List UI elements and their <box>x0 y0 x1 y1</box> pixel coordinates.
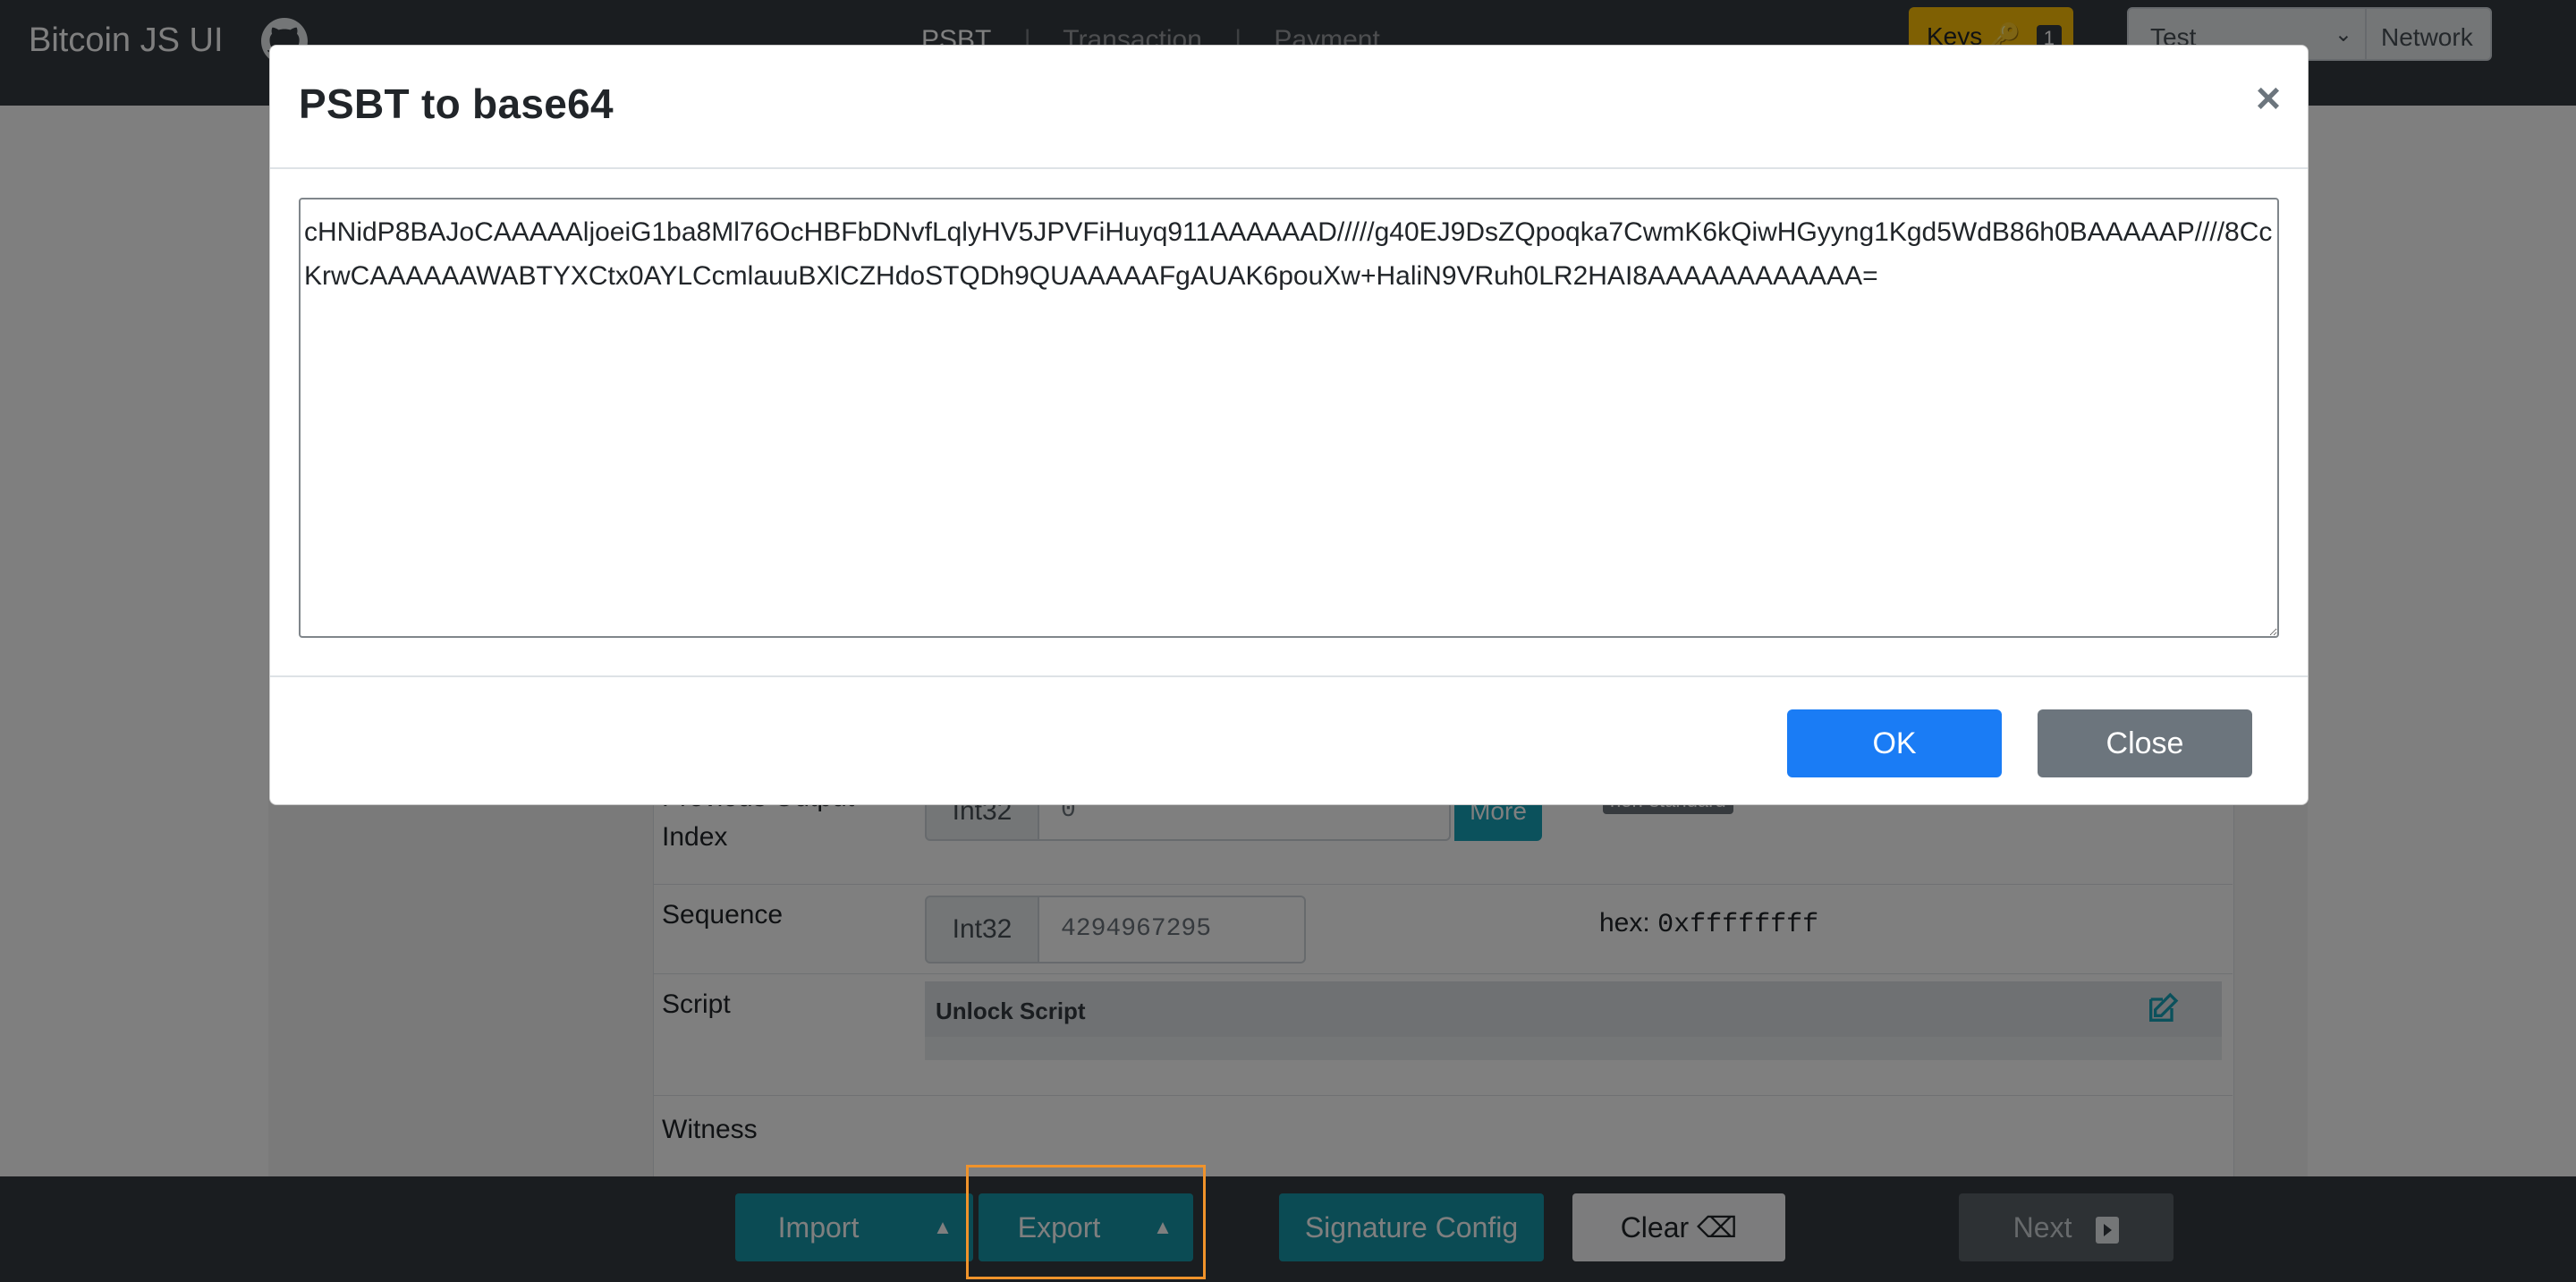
close-icon[interactable]: × <box>2256 78 2281 121</box>
export-highlight-outline <box>966 1165 1206 1279</box>
modal-footer: OK Close <box>270 675 2308 806</box>
base64-output-textarea[interactable]: cHNidP8BAJoCAAAAAljoeiG1ba8Ml76OcHBFbDNv… <box>299 198 2279 638</box>
close-button[interactable]: Close <box>2038 709 2252 777</box>
modal-header: PSBT to base64 × <box>270 46 2308 169</box>
psbt-base64-modal: PSBT to base64 × cHNidP8BAJoCAAAAAljoeiG… <box>269 45 2309 805</box>
modal-title: PSBT to base64 <box>299 81 614 127</box>
ok-button[interactable]: OK <box>1787 709 2002 777</box>
